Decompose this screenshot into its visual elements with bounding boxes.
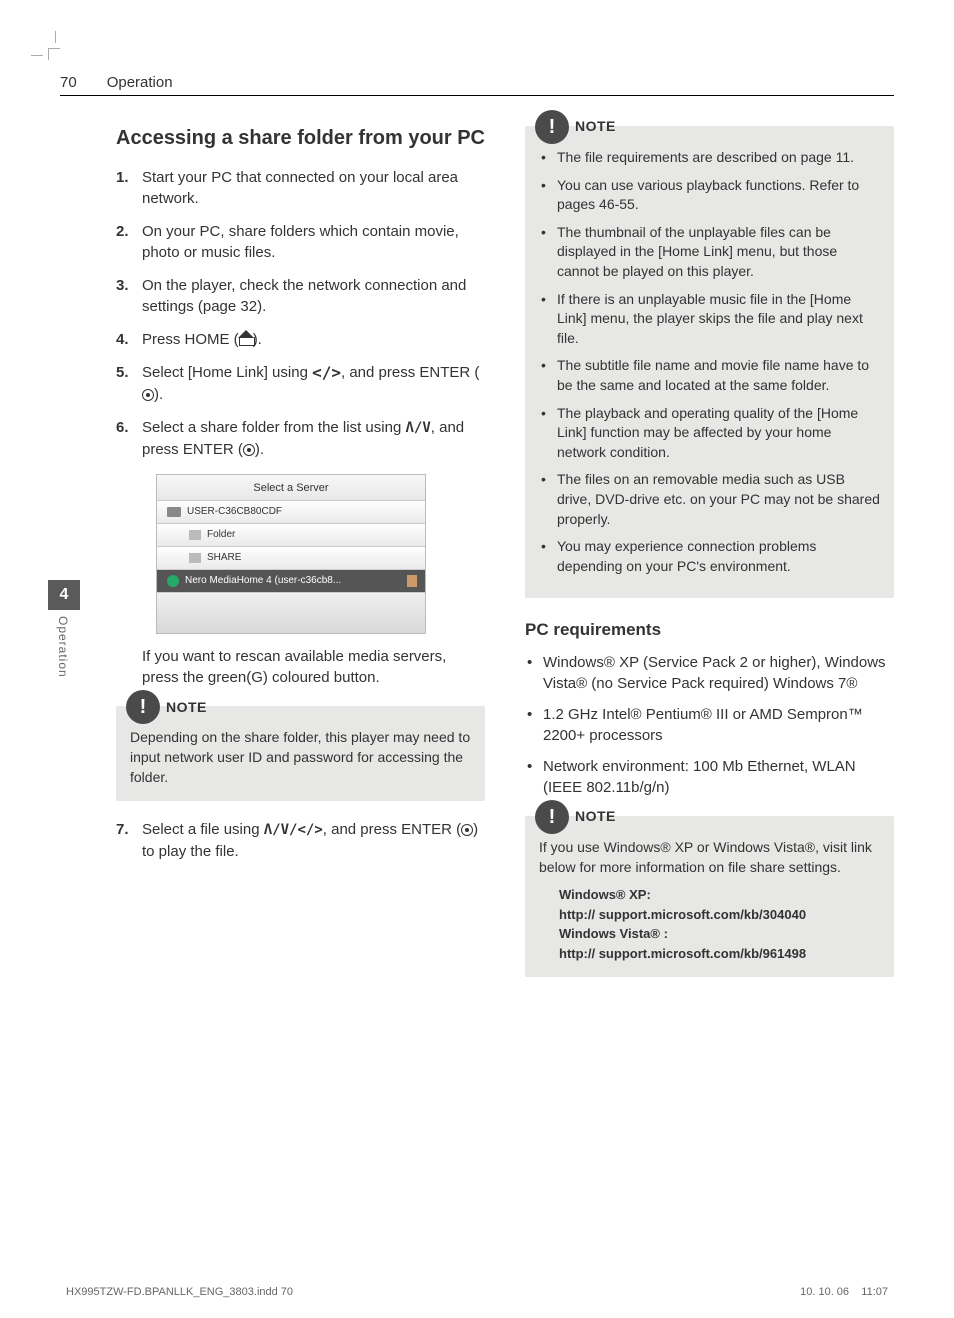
note-label: NOTE [575, 117, 616, 137]
page-header: 70 Operation [60, 74, 894, 96]
screenshot-blank [157, 593, 425, 633]
footer-datetime: 10. 10. 06 11:07 [800, 1286, 888, 1298]
left-right-icon: </> [312, 363, 341, 382]
note-exclaim-icon: ! [535, 110, 569, 144]
note-head: ! NOTE [535, 800, 616, 834]
note-box-2: ! NOTE The file requirements are describ… [525, 126, 894, 598]
step-7-text-a: Select a file using [142, 821, 264, 838]
server-icon [167, 575, 179, 587]
up-down-icon: Λ/V [405, 420, 430, 436]
home-icon [239, 333, 253, 345]
note-2-item: If there is an unplayable music file in … [539, 290, 880, 349]
enter-icon [142, 389, 154, 401]
page: 70 Operation Accessing a share folder fr… [60, 60, 894, 1258]
step-7: Select a file using Λ/V/</>, and press E… [116, 819, 485, 862]
screenshot-row-nero: Nero MediaHome 4 (user-c36cb8... [157, 570, 425, 593]
footer-date: 10. 10. 06 [800, 1286, 849, 1298]
screenshot-row-share-label: SHARE [207, 551, 241, 565]
note-2-item: The files on an removable media such as … [539, 470, 880, 529]
crop-mark [48, 48, 60, 60]
right-column: ! NOTE The file requirements are describ… [525, 126, 894, 995]
step-3: On the player, check the network connect… [116, 275, 485, 317]
step-2: On your PC, share folders which contain … [116, 221, 485, 263]
pc-req-item: Network environment: 100 Mb Ethernet, WL… [525, 756, 894, 798]
pc-req-item: Windows® XP (Service Pack 2 or higher), … [525, 652, 894, 694]
print-footer: HX995TZW-FD.BPANLLK_ENG_3803.indd 70 10.… [66, 1286, 888, 1298]
note-2-item: You can use various playback functions. … [539, 176, 880, 215]
screenshot-row-share: SHARE [157, 547, 425, 570]
heading-accessing-share: Accessing a share folder from your PC [116, 126, 485, 151]
after-screenshot-text: If you want to rescan available media se… [116, 646, 485, 688]
page-number: 70 [60, 74, 77, 91]
pc-req-item: 1.2 GHz Intel® Pentium® III or AMD Sempr… [525, 704, 894, 746]
kb-xp-label: Windows® XP: [559, 885, 880, 905]
arrows-icon: Λ/V/</> [264, 822, 323, 838]
screenshot-row-nero-label: Nero MediaHome 4 (user-c36cb8... [185, 574, 341, 588]
note-1-text: Depending on the share folder, this play… [130, 728, 471, 787]
step-6-text-c: ). [255, 441, 264, 458]
note-label: NOTE [166, 698, 207, 718]
step-6: Select a share folder from the list usin… [116, 417, 485, 460]
step-5-text-c: ). [154, 386, 163, 403]
note-label: NOTE [575, 807, 616, 827]
server-list-screenshot: Select a Server USER-C36CB80CDF Folder S… [156, 474, 426, 634]
enter-icon [243, 444, 255, 456]
steps-list-cont: Select a file using Λ/V/</>, and press E… [116, 819, 485, 862]
note-exclaim-icon: ! [126, 690, 160, 724]
step-5-text-a: Select [Home Link] using [142, 364, 312, 381]
screenshot-row-folder-label: Folder [207, 528, 235, 542]
note-exclaim-icon: ! [535, 800, 569, 834]
side-tab-label: Operation [48, 610, 78, 678]
note-2-list: The file requirements are described on p… [539, 148, 880, 576]
kb-links: Windows® XP: http:// support.microsoft.c… [559, 885, 880, 963]
side-tab: 4 Operation [48, 580, 80, 678]
screenshot-row-user-label: USER-C36CB80CDF [187, 505, 282, 519]
note-box-1: ! NOTE Depending on the share folder, th… [116, 706, 485, 801]
note-2-item: You may experience connection problems d… [539, 537, 880, 576]
pc-icon [167, 507, 181, 517]
kb-vista-url: http:// support.microsoft.com/kb/961498 [559, 944, 880, 964]
screenshot-title: Select a Server [157, 475, 425, 501]
note-2-item: The subtitle file name and movie file na… [539, 356, 880, 395]
steps-list: Start your PC that connected on your loc… [116, 167, 485, 460]
pc-req-list: Windows® XP (Service Pack 2 or higher), … [525, 652, 894, 798]
section-name: Operation [107, 74, 173, 91]
kb-xp-url: http:// support.microsoft.com/kb/304040 [559, 905, 880, 925]
step-1: Start your PC that connected on your loc… [116, 167, 485, 209]
screenshot-row-user: USER-C36CB80CDF [157, 501, 425, 524]
step-7-text-b: , and press ENTER ( [323, 821, 461, 838]
side-tab-number: 4 [48, 580, 80, 610]
note-box-3: ! NOTE If you use Windows® XP or Windows… [525, 816, 894, 977]
note-2-item: The file requirements are described on p… [539, 148, 880, 168]
folder-icon [189, 530, 201, 540]
heading-pc-requirements: PC requirements [525, 618, 894, 642]
step-6-text-a: Select a share folder from the list usin… [142, 419, 405, 436]
note-2-item: The playback and operating quality of th… [539, 404, 880, 463]
flag-icon [407, 575, 417, 587]
enter-icon [461, 824, 473, 836]
step-4-text-a: Press HOME ( [142, 331, 239, 348]
step-5-text-b: , and press ENTER ( [341, 364, 479, 381]
note-head: ! NOTE [126, 690, 207, 724]
folder-icon [189, 553, 201, 563]
kb-vista-label: Windows Vista® : [559, 924, 880, 944]
step-5: Select [Home Link] using </>, and press … [116, 362, 485, 405]
step-4: Press HOME (). [116, 329, 485, 350]
note-head: ! NOTE [535, 110, 616, 144]
screenshot-row-folder: Folder [157, 524, 425, 547]
note-2-item: The thumbnail of the unplayable files ca… [539, 223, 880, 282]
left-column: Accessing a share folder from your PC St… [116, 126, 485, 995]
columns: Accessing a share folder from your PC St… [60, 126, 894, 995]
note-3-intro: If you use Windows® XP or Windows Vista®… [539, 838, 880, 877]
footer-file: HX995TZW-FD.BPANLLK_ENG_3803.indd 70 [66, 1286, 293, 1298]
footer-time: 11:07 [861, 1286, 888, 1298]
